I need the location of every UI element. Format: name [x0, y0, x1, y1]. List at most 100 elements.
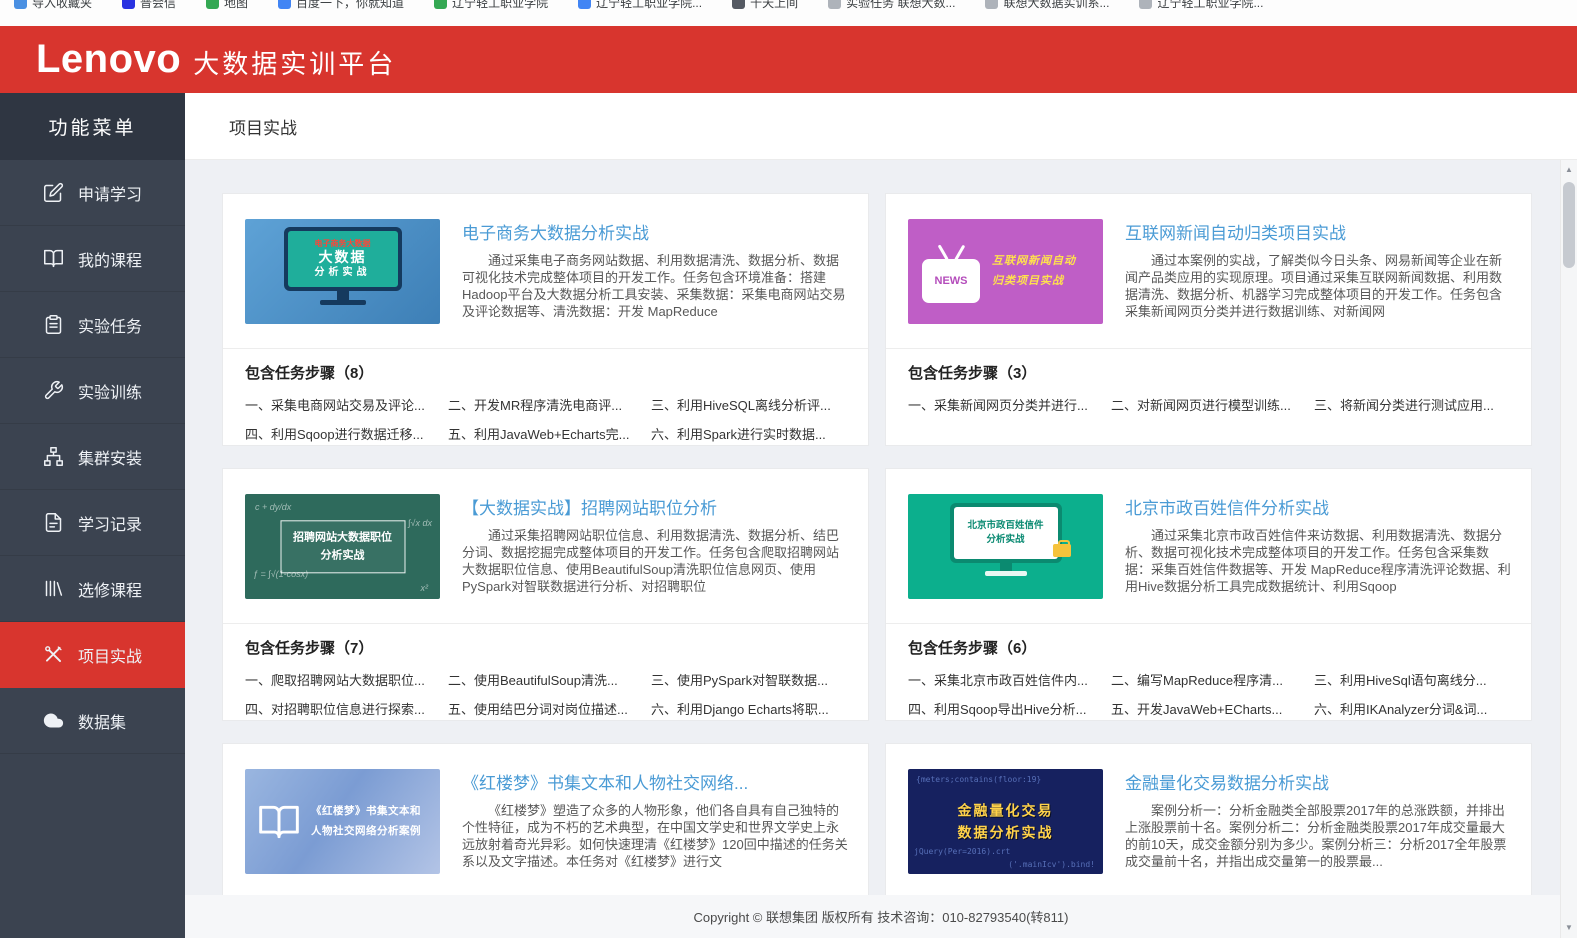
content-area: 电子商务大数据大数据分析实战 电子商务大数据分析实战 通过采集电子商务网站数据、…	[185, 160, 1577, 895]
project-card: NEWS 互联网新闻自动归类项目实战 互联网新闻自动归类项目实战 通过本案例的实…	[885, 193, 1532, 446]
bookmark-item[interactable]: 辽宁轻工职业学院...	[578, 0, 702, 11]
task-step[interactable]: 六、利用Spark进行实时数据...	[651, 424, 846, 443]
task-step[interactable]: 四、对招聘职位信息进行探索...	[245, 699, 440, 718]
project-description: 案例分析一：分析金融类全部股票2017年的总涨跌额，并排出上涨股票前十名。案例分…	[1125, 802, 1511, 870]
sidebar-item-datasets[interactable]: 数据集	[0, 688, 185, 754]
sidebar-item-label: 实验训练	[78, 379, 142, 403]
sidebar-item-study-records[interactable]: 学习记录	[0, 490, 185, 556]
task-step[interactable]: 一、爬取招聘网站大数据职位...	[245, 670, 440, 689]
sidebar-item-apply-study[interactable]: 申请学习	[0, 160, 185, 226]
bookmark-item[interactable]: 地图	[206, 0, 248, 11]
project-thumbnail[interactable]: c + dy/dx ∫√x dx ƒ = ∫√(1-cosx) x² 招聘网站大…	[245, 494, 440, 599]
bookmark-favicon-icon	[206, 0, 219, 9]
experiment-training-icon	[43, 380, 64, 401]
task-step[interactable]: 一、采集电商网站交易及评论...	[245, 395, 440, 414]
steps-count-header: 包含任务步骤（6）	[908, 637, 1509, 658]
sidebar-item-project-practice[interactable]: 项目实战	[0, 622, 185, 688]
sidebar-item-label: 数据集	[78, 709, 126, 733]
project-card: 《红楼梦》书集文本和人物社交网络分析案例 《红楼梦》书集文本和人物社交网络...…	[222, 743, 869, 895]
copyright-text: Copyright © 联想集团 版权所有 技术咨询：010-82793540(…	[694, 907, 1069, 926]
bookmark-favicon-icon	[828, 0, 841, 9]
task-step[interactable]: 二、编写MapReduce程序清...	[1111, 670, 1306, 689]
bookmark-item[interactable]: 辽宁轻工职业学院...	[1139, 0, 1263, 11]
project-title-link[interactable]: 互联网新闻自动归类项目实战	[1125, 219, 1511, 244]
project-description: 通过本案例的实战，了解类似今日头条、网易新闻等企业在新闻产品类应用的实现原理。项…	[1125, 252, 1511, 320]
task-step[interactable]: 四、利用Sqoop进行数据迁移...	[245, 424, 440, 443]
scroll-up-icon[interactable]: ▲	[1561, 162, 1577, 178]
lenovo-logo: Lenovo	[36, 37, 181, 82]
project-info: 金融量化交易数据分析实战 案例分析一：分析金融类全部股票2017年的总涨跌额，并…	[1125, 769, 1511, 874]
bookmark-label: 辽宁轻工职业学院	[452, 0, 548, 11]
project-title-link[interactable]: 金融量化交易数据分析实战	[1125, 769, 1511, 794]
code-decor: {meters;contains(floor:19}	[916, 775, 1041, 784]
sidebar-item-cluster-install[interactable]: 集群安装	[0, 424, 185, 490]
monitor-graphic: 电子商务大数据大数据分析实战	[284, 227, 402, 291]
sidebar-item-my-courses[interactable]: 我的课程	[0, 226, 185, 292]
project-title-link[interactable]: 北京市政百姓信件分析实战	[1125, 494, 1511, 519]
task-step[interactable]: 三、利用HiveSQL离线分析评...	[651, 395, 846, 414]
task-step[interactable]: 三、将新闻分类进行测试应用...	[1314, 395, 1509, 414]
task-step[interactable]: 三、使用PySpark对智联数据...	[651, 670, 846, 689]
main-area: 项目实战 电子商务大数据大数据分析实战 电子商务大数据分析实战 通过采集电子商务…	[185, 93, 1577, 938]
briefcase-icon	[1053, 544, 1071, 557]
project-practice-icon	[43, 644, 64, 665]
task-step[interactable]: 五、利用JavaWeb+Echarts完...	[448, 424, 643, 443]
project-card: {meters;contains(floor:19} jQuery(Per=20…	[885, 743, 1532, 895]
task-step[interactable]: 六、利用IKAnalyzer分词&词...	[1314, 699, 1509, 718]
sidebar-item-elective-courses[interactable]: 选修课程	[0, 556, 185, 622]
monitor-stand	[337, 291, 349, 300]
project-thumbnail[interactable]: {meters;contains(floor:19} jQuery(Per=20…	[908, 769, 1103, 874]
project-description: 通过采集北京市政百姓信件来访数据、利用数据清洗、数据分析、数据可视化技术完成整体…	[1125, 527, 1511, 595]
bookmark-item[interactable]: 普会信	[122, 0, 176, 11]
chalk-formula: x²	[421, 583, 429, 593]
sidebar-item-label: 我的课程	[78, 247, 142, 271]
bookmark-label: 千天上间	[750, 0, 798, 11]
project-description: 《红楼梦》塑造了众多的人物形象，他们各自具有自己独特的个性特征，成为不朽的艺术典…	[462, 802, 848, 870]
study-record-icon	[43, 512, 64, 533]
task-step[interactable]: 五、使用结巴分词对岗位描述...	[448, 699, 643, 718]
bookmark-item[interactable]: 联想大数据实训系...	[985, 0, 1109, 11]
breadcrumb-bar: 项目实战	[185, 93, 1577, 160]
scrollbar-thumb[interactable]	[1563, 182, 1575, 268]
sidebar-item-experiment-tasks[interactable]: 实验任务	[0, 292, 185, 358]
bookmark-item[interactable]: 百度一下，你就知道	[278, 0, 404, 11]
bookmark-favicon-icon	[985, 0, 998, 9]
footer: Copyright © 联想集团 版权所有 技术咨询：010-82793540(…	[185, 895, 1577, 938]
task-step[interactable]: 四、利用Sqoop导出Hive分析...	[908, 699, 1103, 718]
task-steps-section: 包含任务步骤（8） 一、采集电商网站交易及评论...二、开发MR程序清洗电商评.…	[223, 348, 868, 445]
sidebar-item-experiment-training[interactable]: 实验训练	[0, 358, 185, 424]
bookmark-label: 辽宁轻工职业学院...	[596, 0, 702, 11]
task-step[interactable]: 一、采集新闻网页分类并进行...	[908, 395, 1103, 414]
bookmark-label: 实验任务 联想大数...	[846, 0, 955, 11]
scroll-down-icon[interactable]: ▼	[1561, 920, 1577, 936]
project-info: 互联网新闻自动归类项目实战 通过本案例的实战，了解类似今日头条、网易新闻等企业在…	[1125, 219, 1511, 324]
bookmark-item[interactable]: 千天上间	[732, 0, 798, 11]
task-step[interactable]: 二、对新闻网页进行模型训练...	[1111, 395, 1306, 414]
vertical-scrollbar[interactable]: ▲ ▼	[1560, 160, 1577, 938]
bookmark-item[interactable]: 辽宁轻工职业学院	[434, 0, 548, 11]
project-thumbnail[interactable]: 北京市政百姓信件分析实战	[908, 494, 1103, 599]
bookmark-item[interactable]: 导入收藏夹	[14, 0, 92, 11]
task-step[interactable]: 二、使用BeautifulSoup清洗...	[448, 670, 643, 689]
app-header: Lenovo 大数据实训平台	[0, 26, 1577, 93]
project-info: 《红楼梦》书集文本和人物社交网络... 《红楼梦》塑造了众多的人物形象，他们各自…	[462, 769, 848, 874]
task-step[interactable]: 二、开发MR程序清洗电商评...	[448, 395, 643, 414]
project-card: 电子商务大数据大数据分析实战 电子商务大数据分析实战 通过采集电子商务网站数据、…	[222, 193, 869, 446]
project-title-link[interactable]: 【大数据实战】招聘网站职位分析	[462, 494, 848, 519]
task-step[interactable]: 一、采集北京市政百姓信件内...	[908, 670, 1103, 689]
project-thumbnail[interactable]: NEWS 互联网新闻自动归类项目实战	[908, 219, 1103, 324]
bookmark-label: 百度一下，你就知道	[296, 0, 404, 11]
project-thumbnail[interactable]: 《红楼梦》书集文本和人物社交网络分析案例	[245, 769, 440, 874]
project-title-link[interactable]: 电子商务大数据分析实战	[462, 219, 848, 244]
bookmark-favicon-icon	[578, 0, 591, 9]
bookmark-favicon-icon	[1139, 0, 1152, 9]
bookmark-item[interactable]: 实验任务 联想大数...	[828, 0, 955, 11]
project-title-link[interactable]: 《红楼梦》书集文本和人物社交网络...	[462, 769, 848, 794]
project-card: c + dy/dx ∫√x dx ƒ = ∫√(1-cosx) x² 招聘网站大…	[222, 468, 869, 721]
project-thumbnail[interactable]: 电子商务大数据大数据分析实战	[245, 219, 440, 324]
sidebar-item-label: 实验任务	[78, 313, 142, 337]
bookmark-label: 联想大数据实训系...	[1003, 0, 1109, 11]
task-step[interactable]: 五、开发JavaWeb+ECharts...	[1111, 699, 1306, 718]
task-step[interactable]: 六、利用Django Echarts将职...	[651, 699, 846, 718]
task-step[interactable]: 三、利用HiveSql语句离线分...	[1314, 670, 1509, 689]
